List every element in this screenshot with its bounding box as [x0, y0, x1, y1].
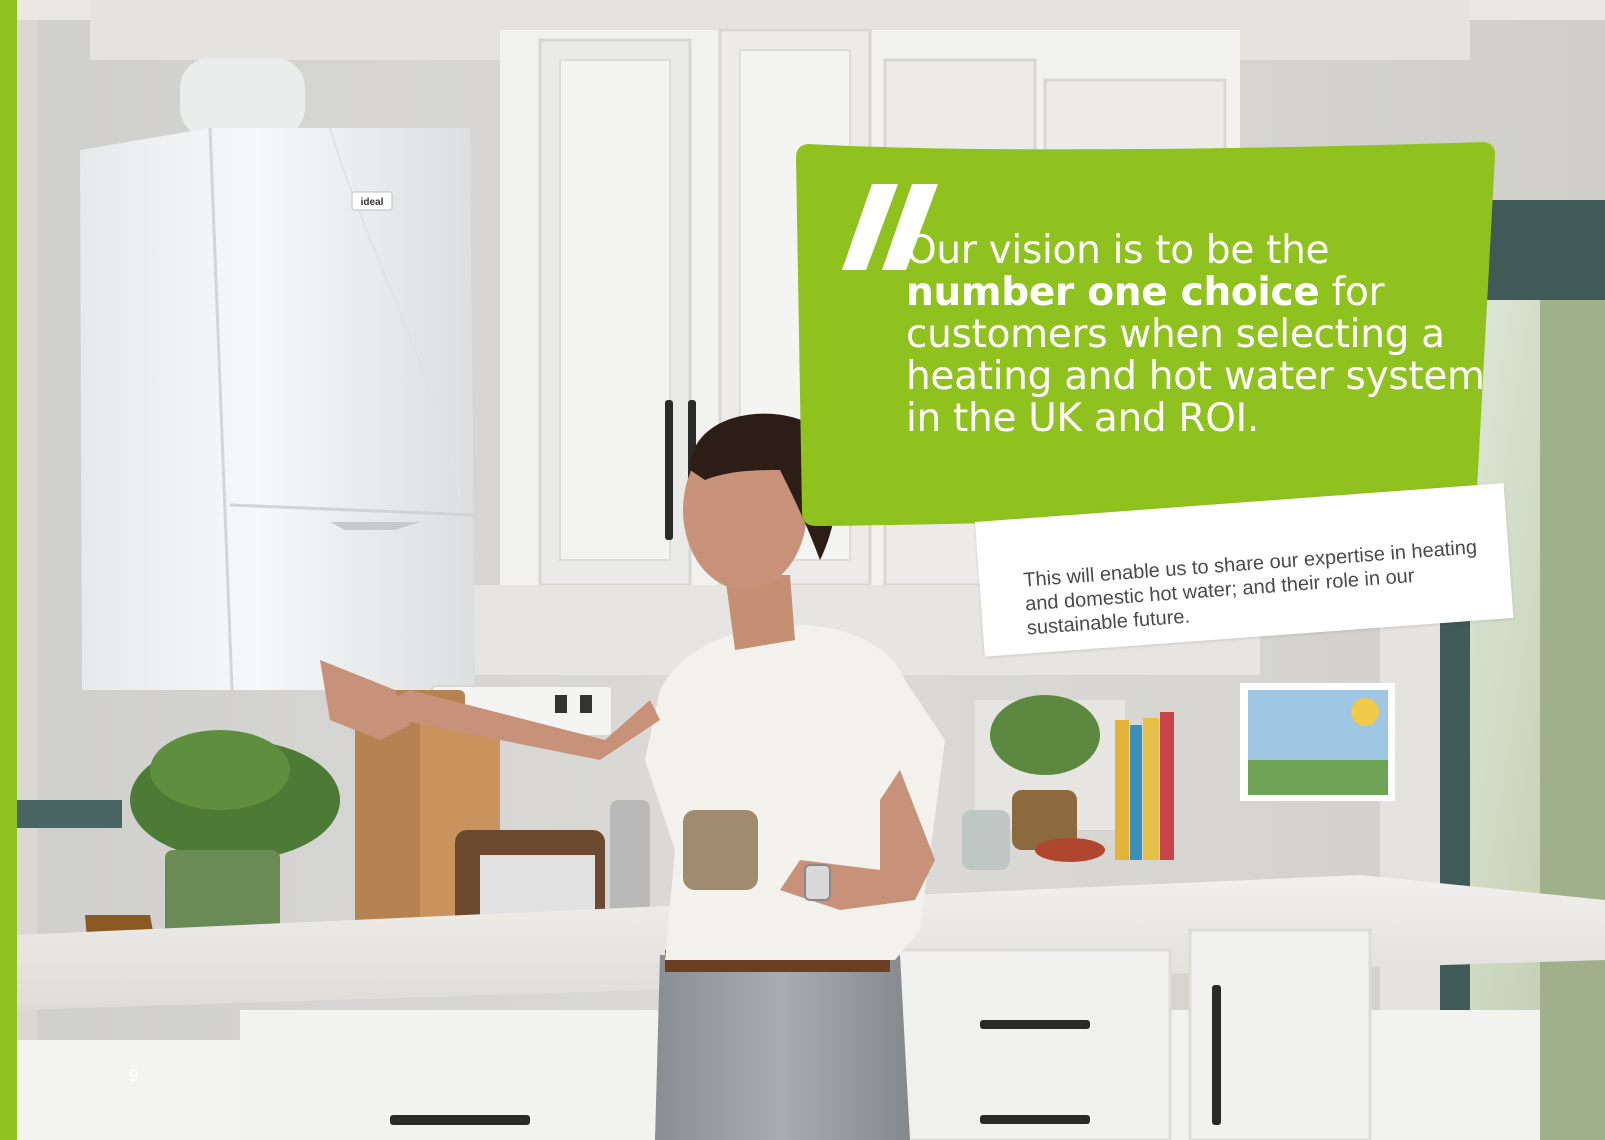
accent-bar [0, 0, 17, 1140]
quote-emphasis: number one choice [906, 270, 1320, 315]
vision-quote: Our vision is to be the number one choic… [906, 230, 1486, 440]
quote-part-1: Our vision is to be the [906, 228, 1330, 273]
page-number: 9 [129, 1066, 139, 1085]
boiler-logo-text: ideal [361, 197, 384, 208]
quote-card: Our vision is to be the number one choic… [796, 142, 1496, 527]
